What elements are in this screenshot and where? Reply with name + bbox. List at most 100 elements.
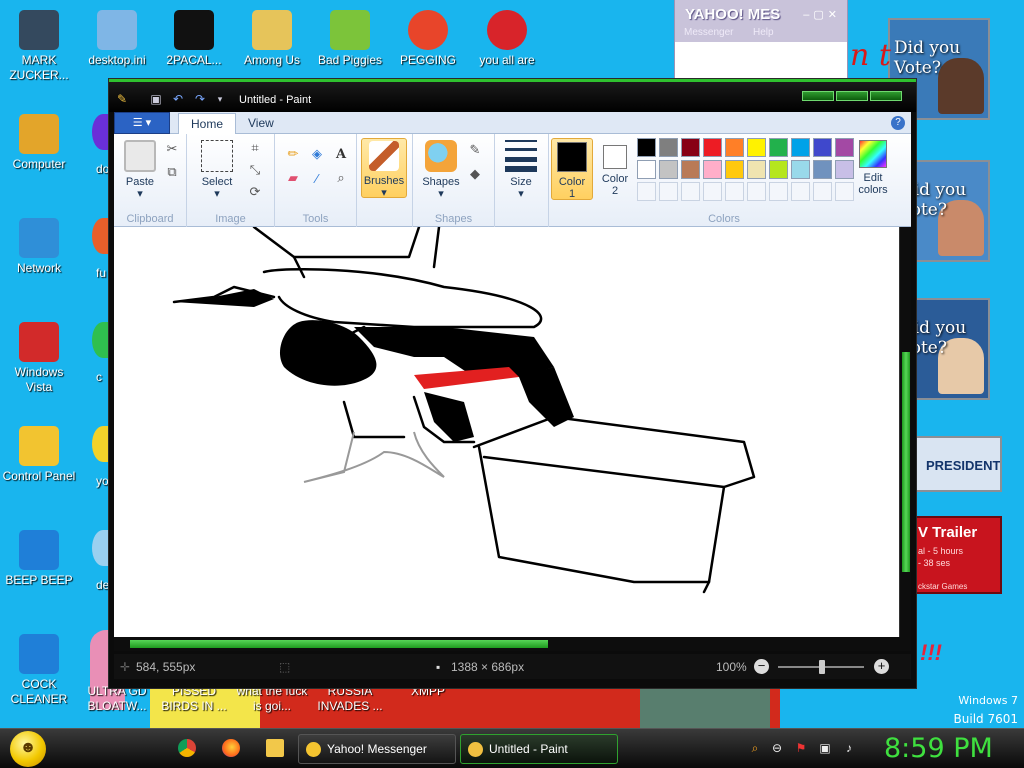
window-controls-icon[interactable]: –▢✕	[803, 8, 841, 21]
taskbar-clock[interactable]: 8:59 PM	[884, 733, 993, 764]
network-tray-icon[interactable]: ▣	[818, 741, 832, 755]
select-button[interactable]: Select ▾	[195, 140, 239, 200]
copy-icon[interactable]: ⧉	[162, 162, 182, 182]
size-button[interactable]: Size ▾	[501, 140, 541, 200]
vertical-scroll-thumb[interactable]	[902, 352, 910, 572]
desktop-icon[interactable]: BEEP BEEP	[0, 530, 78, 588]
resize-icon[interactable]: ⤡	[245, 160, 265, 180]
palette-swatch[interactable]	[769, 182, 788, 201]
desktop-icon[interactable]: desktop.ini	[78, 10, 156, 68]
palette-swatch[interactable]	[703, 182, 722, 201]
desktop-icon[interactable]: Windows Vista	[0, 322, 78, 395]
palette-swatch[interactable]	[747, 138, 766, 157]
tab-home[interactable]: Home	[178, 113, 237, 134]
brushes-button[interactable]: Brushes ▾	[361, 138, 407, 199]
minus-tray-icon[interactable]: ⊖	[770, 741, 784, 755]
palette-swatch[interactable]	[725, 182, 744, 201]
desktop-icon[interactable]: COCK CLEANER	[0, 634, 78, 707]
customize-toolbar-icon[interactable]: ▾	[213, 93, 227, 106]
color2-button[interactable]: Color 2	[595, 141, 635, 197]
palette-swatch[interactable]	[835, 182, 854, 201]
color-picker-icon[interactable]: ⁄	[307, 168, 327, 188]
president-ad[interactable]: PRESIDENT	[912, 436, 1002, 492]
desktop-icon[interactable]: MARK ZUCKER...	[0, 10, 78, 83]
horizontal-scroll-thumb[interactable]	[130, 640, 548, 648]
paint-app-icon[interactable]: ✎	[115, 93, 129, 106]
file-menu-button[interactable]: ☰ ▾	[114, 112, 170, 134]
desktop-icon[interactable]: Control Panel	[0, 426, 78, 484]
cut-icon[interactable]: ✂	[162, 139, 182, 159]
rotate-icon[interactable]: ⟳	[245, 182, 265, 202]
palette-swatch[interactable]	[835, 160, 854, 179]
palette-swatch[interactable]	[791, 160, 810, 179]
palette-swatch[interactable]	[637, 138, 656, 157]
desktop-icon[interactable]: PEGGING	[389, 10, 467, 68]
palette-swatch[interactable]	[813, 138, 832, 157]
help-icon[interactable]: ?	[891, 116, 905, 130]
palette-swatch[interactable]	[769, 138, 788, 157]
fill-shape-icon[interactable]: ◆	[465, 164, 485, 184]
save-icon[interactable]: ▣	[149, 93, 163, 106]
palette-swatch[interactable]	[813, 182, 832, 201]
tab-view[interactable]: View	[236, 113, 286, 134]
color1-button[interactable]: Color 1	[551, 138, 593, 200]
palette-swatch[interactable]	[659, 160, 678, 179]
taskbar-yahoo-messenger[interactable]: Yahoo! Messenger	[298, 734, 456, 764]
palette-swatch[interactable]	[637, 182, 656, 201]
palette-swatch[interactable]	[703, 138, 722, 157]
close-button[interactable]	[870, 91, 902, 101]
desktop-icon[interactable]: Bad Piggies	[311, 10, 389, 68]
palette-swatch[interactable]	[703, 160, 722, 179]
palette-swatch[interactable]	[747, 160, 766, 179]
redo-icon[interactable]: ↷	[193, 93, 207, 106]
yahoo-menu-messenger[interactable]: Messenger	[684, 27, 733, 38]
palette-swatch[interactable]	[725, 160, 744, 179]
vote-ad-2[interactable]: Did you Vote?	[912, 160, 990, 262]
zoom-out-button[interactable]: −	[754, 659, 769, 674]
undo-icon[interactable]: ↶	[171, 93, 185, 106]
palette-swatch[interactable]	[681, 182, 700, 201]
palette-swatch[interactable]	[835, 138, 854, 157]
horizontal-scrollbar[interactable]	[114, 637, 911, 651]
fill-icon[interactable]: ◈	[307, 144, 327, 164]
palette-swatch[interactable]	[637, 160, 656, 179]
palette-swatch[interactable]	[659, 138, 678, 157]
explorer-folder-icon[interactable]	[266, 739, 284, 757]
taskbar-paint[interactable]: Untitled - Paint	[460, 734, 618, 764]
volume-tray-icon[interactable]: ♪	[842, 741, 856, 755]
outline-icon[interactable]: ✎	[465, 140, 485, 160]
chrome-icon[interactable]	[178, 739, 196, 757]
palette-swatch[interactable]	[769, 160, 788, 179]
start-button[interactable]: ☻	[10, 731, 46, 767]
paste-button[interactable]: Paste ▾	[120, 140, 160, 200]
crop-icon[interactable]: ⌗	[245, 138, 265, 158]
paint-titlebar[interactable]: ✎ ▣ ↶ ↷ ▾ Untitled - Paint	[109, 79, 916, 112]
desktop-icon[interactable]: Among Us	[233, 10, 311, 68]
palette-swatch[interactable]	[813, 160, 832, 179]
drawing-canvas[interactable]	[114, 227, 899, 637]
desktop-icon[interactable]: Network	[0, 218, 78, 276]
palette-swatch[interactable]	[659, 182, 678, 201]
paint-window[interactable]: ✎ ▣ ↶ ↷ ▾ Untitled - Paint ☰ ▾ Home View…	[108, 78, 917, 689]
firefox-icon[interactable]	[222, 739, 240, 757]
palette-swatch[interactable]	[791, 182, 810, 201]
eraser-icon[interactable]: ▰	[283, 168, 303, 188]
flag-tray-icon[interactable]: ⚑	[794, 741, 808, 755]
palette-swatch[interactable]	[791, 138, 810, 157]
search-tray-icon[interactable]: ⌕	[748, 741, 762, 755]
zoom-in-button[interactable]: +	[874, 659, 889, 674]
desktop-icon[interactable]: you all are	[468, 10, 546, 68]
zoom-slider-thumb[interactable]	[819, 660, 825, 674]
pencil-icon[interactable]: ✏	[283, 144, 303, 164]
vertical-scrollbar[interactable]	[899, 227, 911, 637]
text-icon[interactable]: A	[331, 144, 351, 164]
palette-swatch[interactable]	[681, 138, 700, 157]
maximize-button[interactable]	[836, 91, 868, 101]
desktop-icon[interactable]: 2PACAL...	[155, 10, 233, 68]
trailer-ad[interactable]: V Trailer al - 5 hours - 38 ses ckstar G…	[912, 516, 1002, 594]
edit-colors-button[interactable]: Edit colors	[853, 140, 893, 196]
yahoo-menu-help[interactable]: Help	[753, 27, 774, 38]
yahoo-messenger-window[interactable]: YAHOO! MES –▢✕ Messenger Help	[674, 0, 848, 78]
magnifier-icon[interactable]: ⌕	[331, 168, 351, 188]
vote-ad-3[interactable]: Did you Vote?	[912, 298, 990, 400]
